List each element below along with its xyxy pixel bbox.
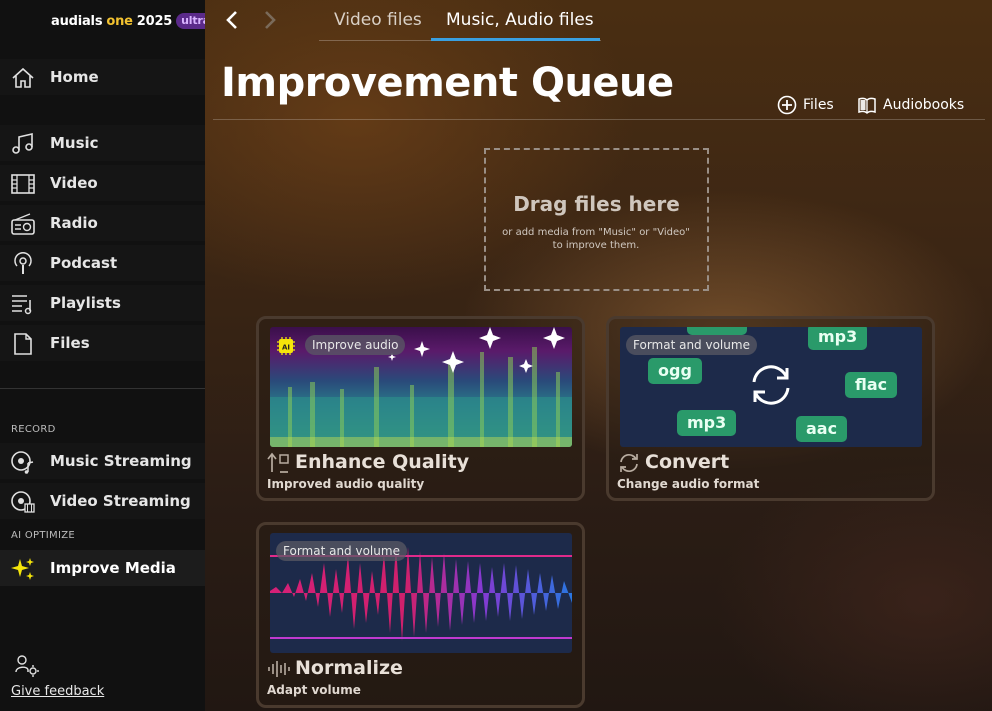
convert-arrows-icon [752,365,790,405]
film-icon [11,174,35,194]
drop-zone-subtitle: or add media from "Music" or "Video" to … [502,227,690,251]
add-files-label: Files [803,97,834,113]
forward-arrow-icon[interactable] [257,8,281,32]
format-and-volume-chip: Format and volume [276,541,407,561]
sidebar-item-video-streaming[interactable]: Video Streaming [0,483,205,519]
section-label-ai-optimize: AI OPTIMIZE [11,530,75,541]
add-audiobooks-label: Audiobooks [883,97,965,113]
format-chip-partial [687,327,747,335]
music-note-icon [12,132,33,154]
sidebar-item-label: Home [50,68,99,86]
sidebar-item-playlists[interactable]: Playlists [0,285,205,321]
brand-product: one [106,13,133,29]
spectrogram-thumbnail: AI Improve audio [270,327,572,447]
improve-audio-chip: Improve audio [305,335,406,355]
format-chip-mp3: mp3 [808,327,868,350]
ai-chip-icon: AI [277,337,295,355]
brand-year: 2025 [136,13,173,29]
add-files-button[interactable]: Files [777,95,834,115]
brand-name: audials [51,13,103,29]
waveform-thumbnail: Format and volume [270,533,572,653]
add-circle-icon [777,95,797,115]
normalize-card[interactable]: Format and volume Normalize Adapt volume [256,522,585,708]
home-icon [12,67,34,88]
drop-zone[interactable]: Drag files here or add media from "Music… [484,148,709,291]
sidebar-item-label: Video [50,174,98,192]
music-stream-icon [11,451,34,474]
sidebar-item-label: Music [50,134,99,152]
sparkle-icon [11,558,34,580]
sidebar-item-improve-media[interactable]: Improve Media [0,550,205,586]
sidebar: audials one 2025 ultra Home Music Video [0,0,215,711]
format-chip-ogg: ogg [648,358,702,384]
format-chip-flac: flac [845,372,898,398]
convert-card[interactable]: mp3 ogg flac mp3 aac Format and volume C… [606,316,935,501]
format-chip-mp3-2: mp3 [677,410,737,436]
give-feedback-link[interactable]: Give feedback [11,684,104,699]
add-audiobooks-button[interactable]: Audiobooks [857,95,964,115]
enhance-quality-card[interactable]: AI Improve audio Enhance Quality Improve… [256,316,585,501]
sidebar-item-radio[interactable]: Radio [0,205,205,241]
card-subtitle: Adapt volume [267,683,361,697]
sidebar-item-label: Video Streaming [50,492,191,510]
card-subtitle: Change audio format [617,477,760,491]
sidebar-item-label: Radio [50,214,98,232]
back-arrow-icon[interactable] [221,8,245,32]
card-subtitle: Improved audio quality [267,477,425,491]
sidebar-item-label: Improve Media [50,559,176,577]
file-icon [14,333,32,355]
title-divider [213,119,985,120]
format-and-volume-chip: Format and volume [626,335,757,355]
ai-badge-text: AI [282,344,290,352]
sidebar-item-label: Podcast [50,254,118,272]
tab-music-audio-files[interactable]: Music, Audio files [446,10,594,40]
book-icon [858,97,876,115]
page-title: Improvement Queue [221,60,674,106]
main-content: Video files Music, Audio files Improveme… [205,0,992,711]
sidebar-item-label: Files [50,334,90,352]
podcast-icon [14,251,32,274]
sidebar-item-podcast[interactable]: Podcast [0,245,205,281]
sidebar-item-label: Playlists [50,294,121,312]
sidebar-item-home[interactable]: Home [0,59,205,95]
drop-zone-title: Drag files here [513,192,680,216]
card-title: Enhance Quality [295,451,470,473]
playlist-icon [12,295,32,315]
sidebar-divider [0,388,205,389]
format-chip-aac: aac [796,416,848,442]
waveform-icon [268,661,290,677]
quality-up-icon [267,452,289,473]
card-title: Convert [645,451,730,473]
sidebar-item-music[interactable]: Music [0,125,205,161]
section-label-record: RECORD [11,424,56,435]
video-stream-icon [11,491,35,513]
tab-video-files[interactable]: Video files [334,10,422,40]
app-logo: audials one 2025 ultra [51,11,215,31]
sidebar-item-files[interactable]: Files [0,325,205,361]
sidebar-item-music-streaming[interactable]: Music Streaming [0,443,205,479]
active-tab-indicator [431,38,600,41]
feedback-icon[interactable] [14,654,40,678]
refresh-icon [620,453,638,473]
sidebar-item-label: Music Streaming [50,452,192,470]
radio-icon [11,213,35,235]
convert-thumbnail: mp3 ogg flac mp3 aac Format and volume [620,327,922,447]
sidebar-item-video[interactable]: Video [0,165,205,201]
card-title: Normalize [295,657,403,679]
